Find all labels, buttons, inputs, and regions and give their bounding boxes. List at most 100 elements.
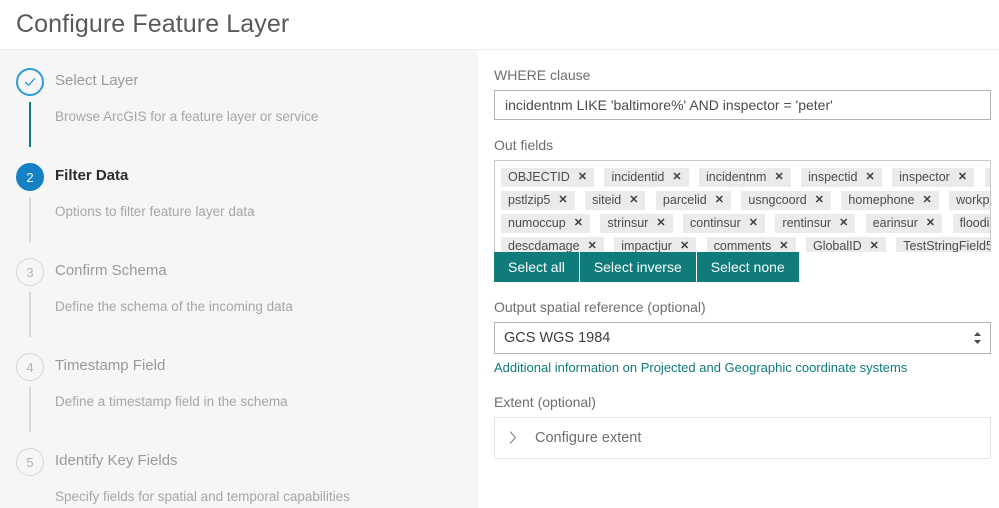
- out-field-tag-label: comments: [713, 239, 772, 252]
- step-connector-1: [29, 102, 31, 147]
- out-field-tag[interactable]: homephone ✕: [841, 191, 939, 211]
- filter-data-panel: WHERE clause incidentnm LIKE 'baltimore%…: [478, 50, 999, 508]
- close-icon[interactable]: ✕: [926, 218, 935, 229]
- close-icon[interactable]: ✕: [672, 172, 681, 183]
- out-field-tag[interactable]: floodinsur✕: [952, 214, 990, 234]
- stepper-sidebar: Select Layer Browse ArcGIS for a feature…: [0, 50, 478, 508]
- spatial-reference-group: Output spatial reference (optional) GCS …: [494, 298, 999, 377]
- out-field-tag-label: incidentnm: [705, 170, 767, 185]
- sidebar-step-title: Select Layer: [55, 72, 139, 89]
- sidebar-step-title: Timestamp Field: [55, 357, 166, 374]
- coordinate-systems-link[interactable]: Additional information on Projected and …: [494, 360, 907, 375]
- out-field-tag[interactable]: GlobalID ✕: [805, 237, 886, 252]
- extent-group: Extent (optional) Configure extent: [494, 393, 999, 459]
- close-icon[interactable]: ✕: [779, 241, 788, 252]
- out-field-tag[interactable]: inspectid ✕: [801, 168, 882, 188]
- configure-extent-accordion[interactable]: Configure extent: [494, 417, 991, 459]
- where-clause-input[interactable]: incidentnm LIKE 'baltimore%' AND inspect…: [494, 90, 991, 120]
- out-field-tag-label: floodinsur: [959, 216, 990, 231]
- tag-row: pstlzip5 ✕ siteid ✕ parcelid ✕ usngcoord ✕ h…: [501, 189, 990, 212]
- close-icon[interactable]: ✕: [574, 218, 583, 229]
- out-field-tag[interactable]: earinsur ✕: [865, 214, 943, 234]
- out-field-tag[interactable]: incidentnm ✕: [698, 168, 791, 188]
- out-field-tag[interactable]: rentinsur ✕: [775, 214, 856, 234]
- select-inverse-button[interactable]: Select inverse: [579, 252, 697, 282]
- step-number: 3: [26, 264, 34, 280]
- out-field-tag-label: earinsur: [872, 216, 918, 231]
- close-icon[interactable]: ✕: [588, 241, 597, 252]
- step-number-badge: 2: [16, 163, 44, 191]
- out-field-tag[interactable]: descdamage ✕: [501, 237, 604, 252]
- out-field-tag[interactable]: comments ✕: [706, 237, 796, 252]
- out-field-tag-label: workphone: [956, 193, 990, 208]
- out-field-tag[interactable]: usngcoord ✕: [741, 191, 831, 211]
- close-icon[interactable]: ✕: [774, 172, 783, 183]
- out-field-tag-label: homephone: [848, 193, 915, 208]
- close-icon[interactable]: ✕: [578, 172, 587, 183]
- page-title: Configure Feature Layer: [16, 10, 290, 38]
- spatial-reference-label: Output spatial reference (optional): [494, 299, 706, 315]
- select-none-button[interactable]: Select none: [696, 252, 799, 282]
- sidebar-step-description: Define the schema of the incoming data: [55, 299, 293, 314]
- out-fields-group: Out fields OBJECTID ✕ incidentid ✕ inciden…: [494, 136, 999, 282]
- close-icon[interactable]: ✕: [815, 195, 824, 206]
- out-field-tag[interactable]: parcelid ✕: [655, 191, 731, 211]
- out-field-tag[interactable]: TestStringField512✕: [896, 237, 990, 252]
- out-field-tag[interactable]: pstlzip5 ✕: [501, 191, 575, 211]
- close-icon[interactable]: ✕: [870, 241, 879, 252]
- sidebar-step-filter-data[interactable]: 2 Filter Data Options to filter feature …: [0, 161, 478, 256]
- out-fields-tag-rows: OBJECTID ✕ incidentid ✕ incidentnm ✕ inspec…: [501, 166, 990, 252]
- out-fields-label: Out fields: [494, 137, 554, 153]
- out-field-tag-label: incidentid: [611, 170, 665, 185]
- configure-extent-label: Configure extent: [535, 430, 642, 446]
- out-field-tag-label: continsur: [690, 216, 741, 231]
- sidebar-step-description: Browse ArcGIS for a feature layer or ser…: [55, 109, 319, 124]
- out-field-tag[interactable]: incidentid ✕: [604, 168, 689, 188]
- close-icon[interactable]: ✕: [839, 218, 848, 229]
- sidebar-step-select-layer[interactable]: Select Layer Browse ArcGIS for a feature…: [0, 66, 478, 161]
- out-field-tag[interactable]: OBJECTID ✕: [501, 168, 595, 188]
- spatial-reference-select[interactable]: GCS WGS 1984: [494, 322, 991, 354]
- out-field-tag[interactable]: siteid ✕: [585, 191, 646, 211]
- close-icon[interactable]: ✕: [865, 172, 874, 183]
- out-field-tag[interactable]: impactjur ✕: [614, 237, 697, 252]
- step-number-badge: 4: [16, 353, 44, 381]
- close-icon[interactable]: ✕: [749, 218, 758, 229]
- sidebar-step-timestamp-field[interactable]: 4 Timestamp Field Define a timestamp fie…: [0, 351, 478, 446]
- app-header: Configure Feature Layer: [0, 0, 999, 50]
- out-field-tag-label: usngcoord: [748, 193, 807, 208]
- sidebar-step-confirm-schema[interactable]: 3 Confirm Schema Define the schema of th…: [0, 256, 478, 351]
- check-icon: [16, 68, 44, 96]
- spatial-reference-select-wrap: GCS WGS 1984: [494, 322, 991, 354]
- close-icon[interactable]: ✕: [558, 195, 567, 206]
- close-icon[interactable]: ✕: [922, 195, 931, 206]
- sidebar-step-identify-key-fields[interactable]: 5 Identify Key Fields Specify fields for…: [0, 446, 478, 506]
- step-number: 4: [26, 359, 34, 375]
- out-field-tag-label: strinsur: [607, 216, 649, 231]
- out-field-tag-label: numoccup: [508, 216, 566, 231]
- select-all-button[interactable]: Select all: [494, 252, 580, 282]
- out-field-tag[interactable]: numoccup ✕: [501, 214, 590, 234]
- out-field-tag-label: impactjur: [621, 239, 672, 252]
- out-fields-tag-container: OBJECTID ✕ incidentid ✕ incidentnm ✕ inspec…: [494, 160, 991, 252]
- out-field-tag[interactable]: inspemail✕: [984, 168, 990, 188]
- sidebar-step-title: Identify Key Fields: [55, 452, 178, 469]
- close-icon[interactable]: ✕: [715, 195, 724, 206]
- where-clause-label: WHERE clause: [494, 67, 591, 83]
- step-number: 2: [26, 169, 34, 185]
- out-field-tag[interactable]: workphone✕: [949, 191, 990, 211]
- out-field-tag[interactable]: continsur ✕: [683, 214, 765, 234]
- tag-row: numoccup ✕ strinsur ✕ continsur ✕ rentinsur…: [501, 212, 990, 235]
- close-icon[interactable]: ✕: [958, 172, 967, 183]
- step-number: 5: [26, 454, 34, 470]
- out-field-tag-label: OBJECTID: [508, 170, 570, 185]
- close-icon[interactable]: ✕: [629, 195, 638, 206]
- out-field-tag-label: inspectid: [808, 170, 858, 185]
- close-icon[interactable]: ✕: [656, 218, 665, 229]
- out-field-tag[interactable]: inspector ✕: [892, 168, 975, 188]
- extent-label: Extent (optional): [494, 394, 596, 410]
- out-field-tag[interactable]: strinsur ✕: [600, 214, 673, 234]
- out-field-tag-label: parcelid: [662, 193, 707, 208]
- step-number-badge: 3: [16, 258, 44, 286]
- close-icon[interactable]: ✕: [680, 241, 689, 252]
